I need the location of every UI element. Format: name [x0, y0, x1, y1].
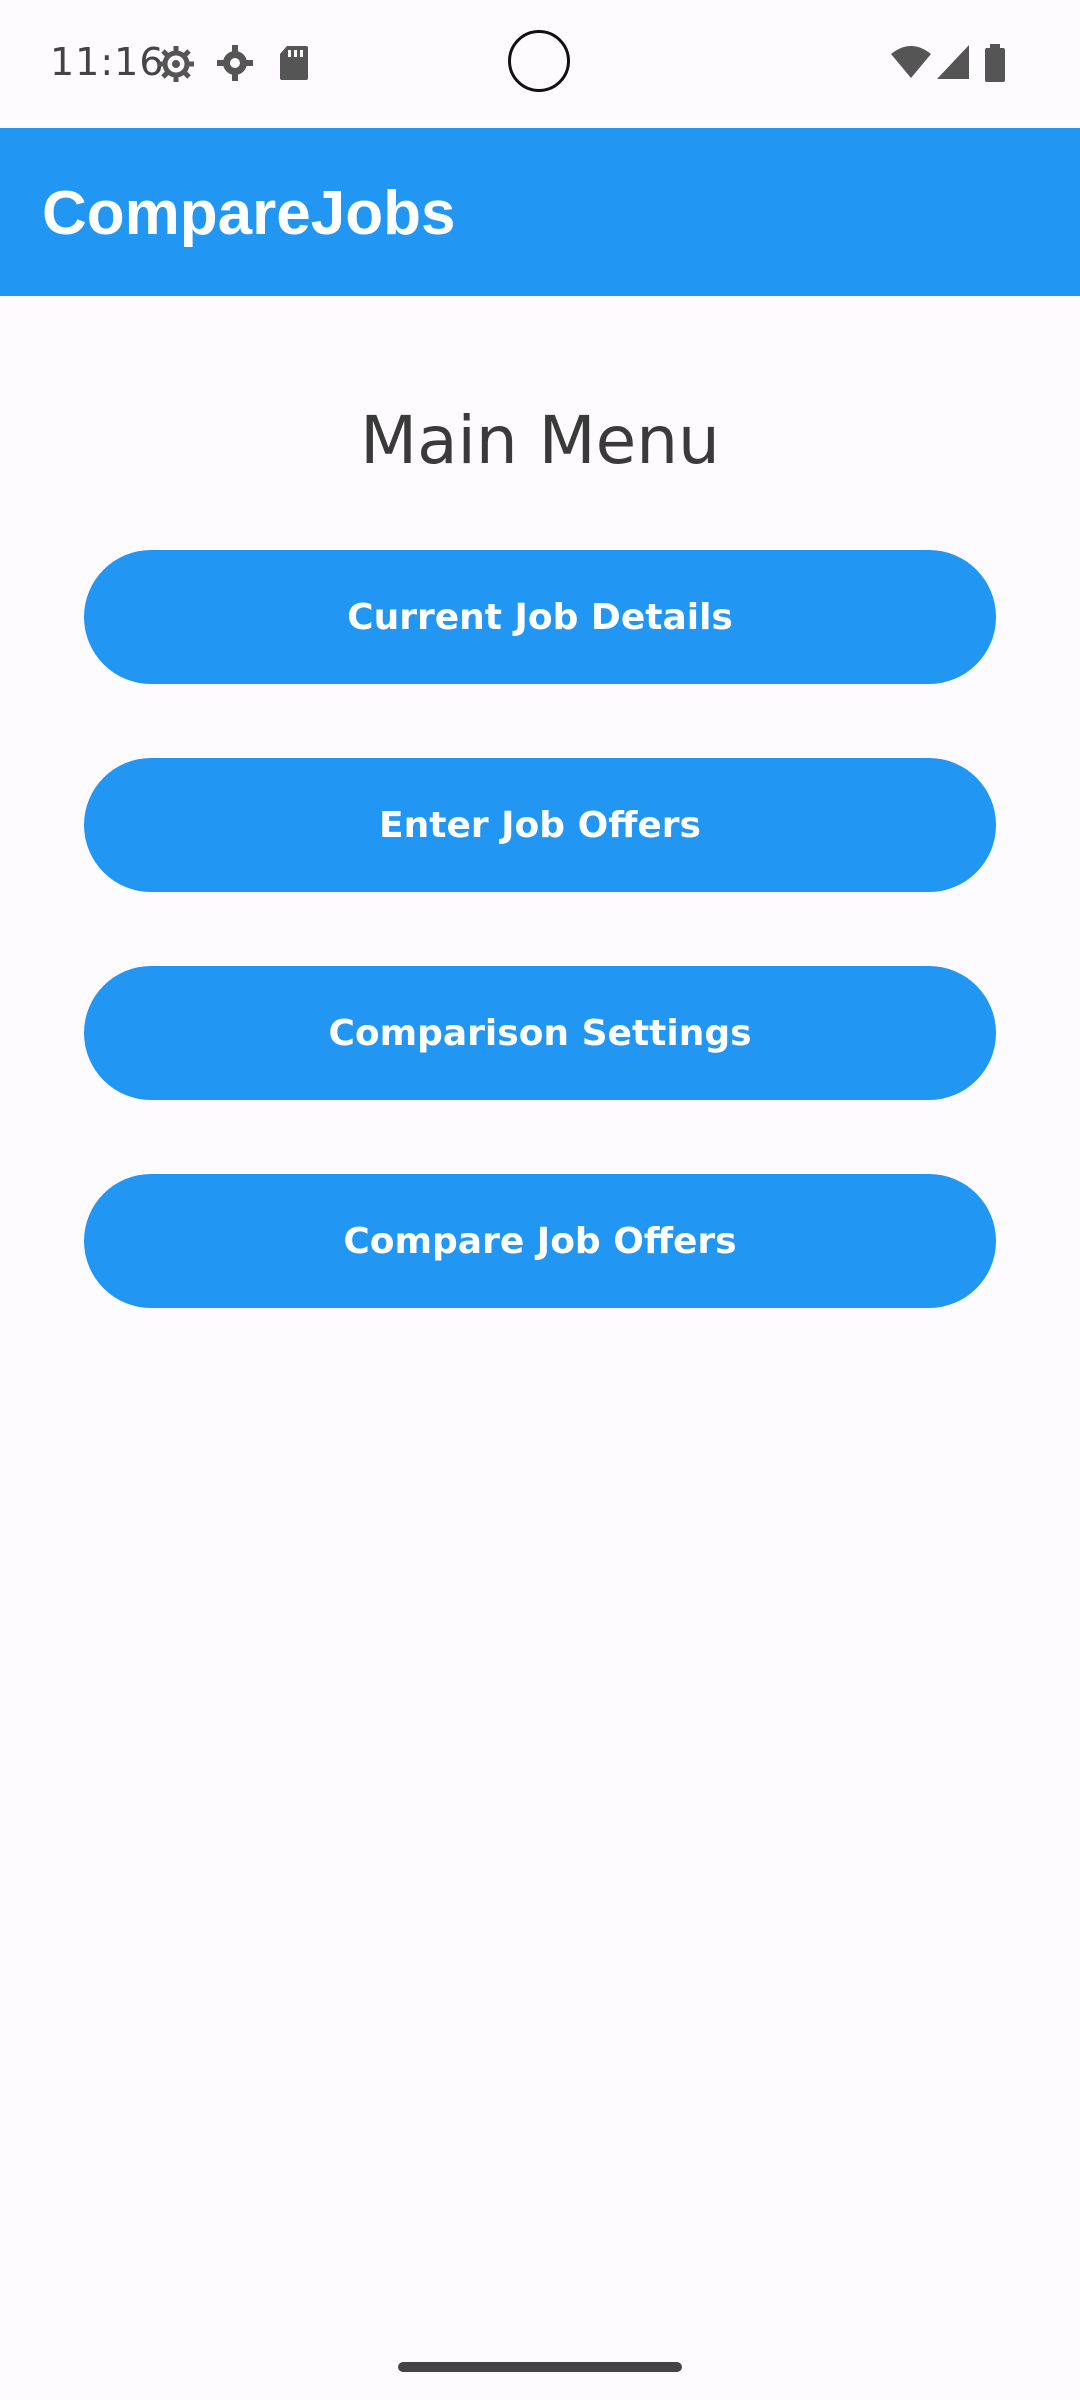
enter-job-offers-button[interactable]: Enter Job Offers: [84, 758, 996, 892]
status-time: 11:16: [50, 40, 165, 84]
page-title: Main Menu: [360, 402, 720, 479]
gesture-nav-handle[interactable]: [398, 2362, 682, 2372]
gear-outline-icon: [156, 44, 196, 89]
comparison-settings-button[interactable]: Comparison Settings: [84, 966, 996, 1100]
wifi-icon: [890, 44, 932, 85]
battery-icon: [984, 44, 1006, 87]
signal-icon: [936, 44, 970, 85]
sd-card-icon: [278, 44, 310, 87]
settings-icon: [216, 44, 254, 87]
status-bar: 11:16: [0, 0, 1080, 128]
camera-cutout: [508, 30, 570, 92]
compare-job-offers-button[interactable]: Compare Job Offers: [84, 1174, 996, 1308]
current-job-details-button[interactable]: Current Job Details: [84, 550, 996, 684]
app-title: CompareJobs: [42, 179, 456, 248]
app-bar: CompareJobs: [0, 128, 1080, 296]
